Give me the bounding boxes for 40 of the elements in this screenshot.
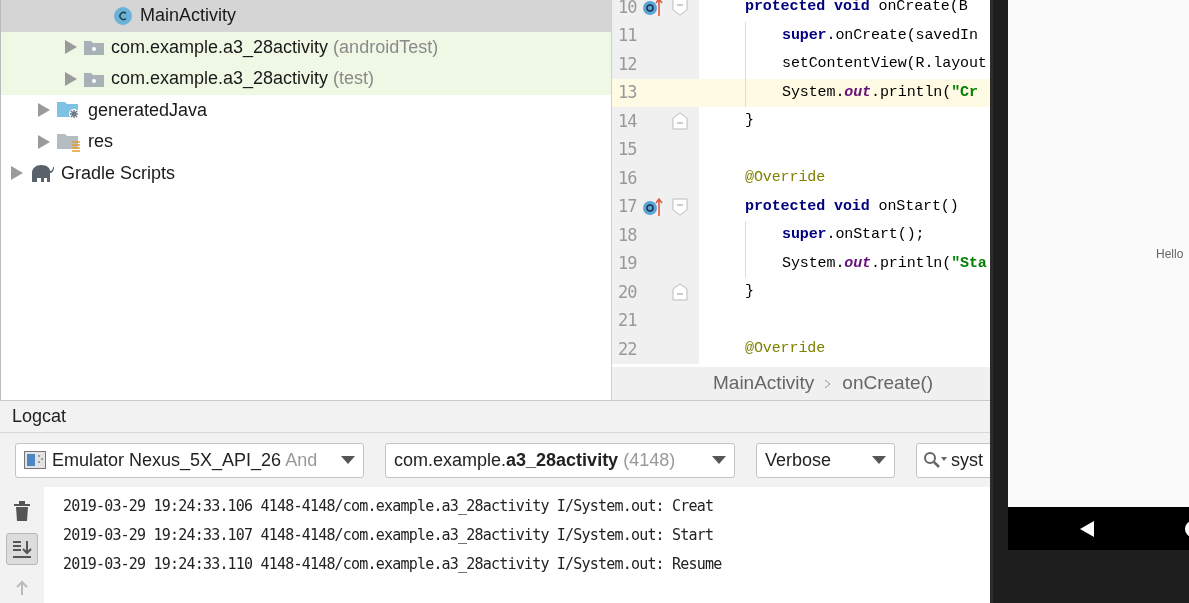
line-number: 13 — [617, 81, 638, 104]
line-number: 10 — [617, 0, 638, 19]
line-number: 19 — [617, 252, 638, 275]
tree-item[interactable]: Gradle Scripts — [1, 157, 611, 189]
code-line: } — [745, 282, 754, 302]
code-line: } — [745, 111, 754, 131]
line-number: 16 — [617, 166, 638, 190]
code-line: protected void onStart() — [745, 196, 959, 217]
code-line: @Override — [745, 168, 826, 188]
device-dropdown[interactable]: Emulator Nexus_5X_API_26 And — [15, 442, 364, 478]
line-number: 21 — [617, 309, 638, 332]
process-dropdown[interactable]: com.example.a3_28activity (4148) — [385, 442, 735, 478]
search-field[interactable]: syst — [916, 442, 990, 478]
line-number: 11 — [617, 24, 638, 47]
code-line: System.out.println("Cr — [782, 82, 978, 103]
code-line: @Override — [745, 339, 826, 359]
line-number: 15 — [617, 138, 638, 161]
screen-text: Hello — [1156, 245, 1184, 263]
tree-item[interactable]: com.example.a3_28activity (test) — [1, 63, 611, 95]
line-number: 18 — [617, 223, 638, 247]
log-line: 2019-03-29 19:24:33.106 4148-4148/com.example.a3_28activity I/System.out: Creat — [63, 496, 715, 518]
code-line: super.onCreate(savedIn — [782, 25, 978, 46]
tree-item[interactable]: res — [1, 126, 611, 158]
tree-item[interactable]: com.example.a3_28activity (androidTest) — [1, 31, 611, 63]
line-number: 22 — [617, 337, 638, 361]
tree-item[interactable]: generatedJava — [1, 94, 611, 126]
log-line: 2019-03-29 19:24:33.107 4148-4148/com.example.a3_28activity I/System.out: Start — [63, 525, 715, 547]
line-number: 12 — [617, 52, 638, 76]
log-level-dropdown[interactable]: Verbose — [756, 442, 895, 478]
line-number: 17 — [617, 195, 638, 218]
code-line: setContentView(R.layout — [782, 54, 987, 74]
log-line: 2019-03-29 19:24:33.110 4148-4148/com.example.a3_28activity I/System.out: Resume — [63, 554, 723, 576]
tree-item[interactable]: MainActivity — [1, 0, 611, 32]
line-number: 20 — [617, 280, 638, 304]
breadcrumb-item[interactable]: MainActivity — [713, 369, 815, 398]
panel-title: Logcat — [12, 405, 67, 429]
code-line: super.onStart(); — [782, 225, 925, 245]
line-number: 14 — [617, 109, 638, 133]
breadcrumb-item[interactable]: onCreate() — [842, 369, 934, 398]
code-line: System.out.println("Sta — [782, 253, 987, 274]
